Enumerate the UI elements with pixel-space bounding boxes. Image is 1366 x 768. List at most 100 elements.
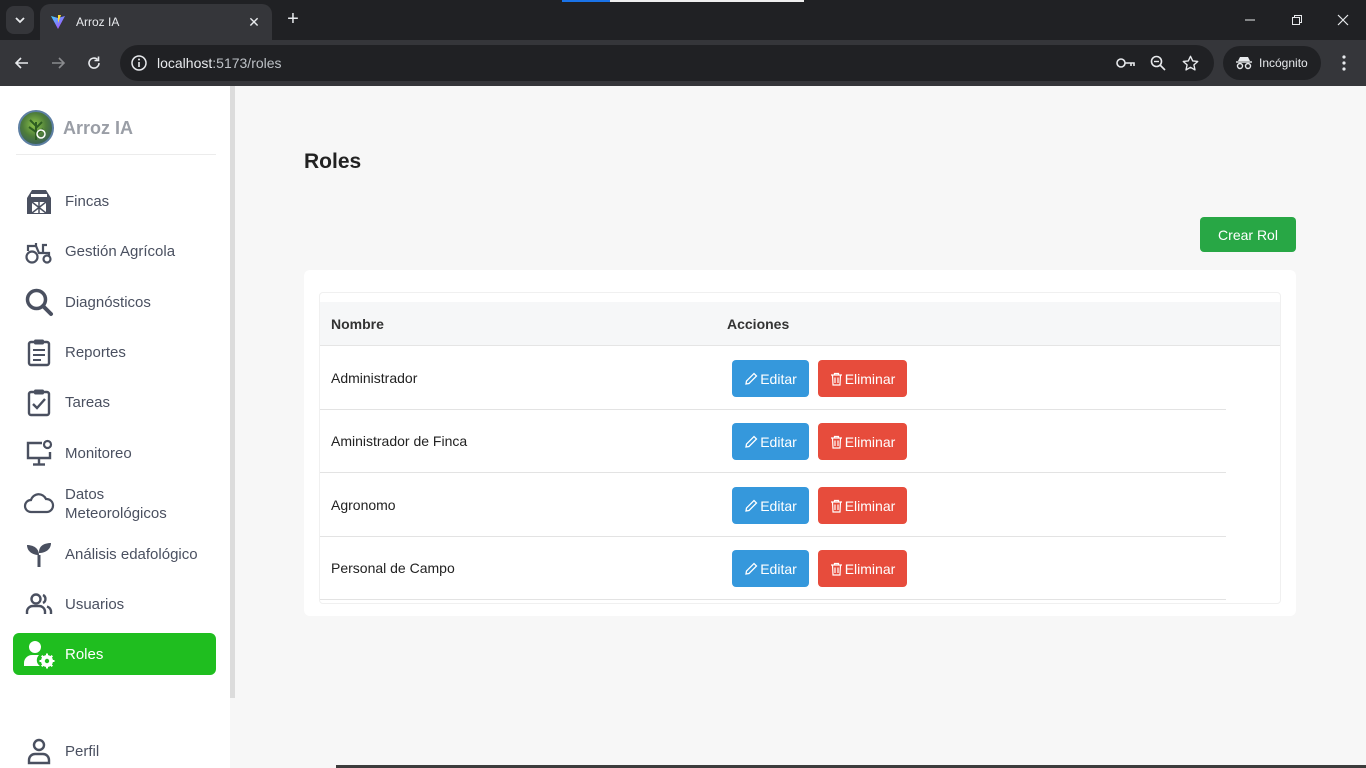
edit-label: Editar [760,497,797,514]
sidebar-item-fincas[interactable]: Fincas [13,180,216,222]
role-name: Aministrador de Finca [331,433,468,449]
new-tab-button[interactable]: + [282,8,304,30]
pencil-icon [745,499,758,512]
edit-button[interactable]: Editar [732,360,809,397]
sidebar: Arroz IA Fincas Gestión Agrícola Diagnós… [0,86,230,768]
browser-titlebar: Arroz IA ✕ + [0,0,1366,40]
sidebar-item-label: Gestión Agrícola [65,242,176,260]
sidebar-item-label: Análisis edafológico [65,545,198,563]
tab-search-button[interactable] [6,6,34,34]
brand[interactable]: Arroz IA [18,110,133,146]
sidebar-item-label: Datos Meteorológicos [65,486,167,522]
url-text: localhost:5173/roles [157,55,282,71]
reload-button[interactable] [81,50,107,76]
sidebar-item-roles[interactable]: Roles [13,633,216,675]
back-button[interactable] [9,50,35,76]
star-icon [1182,55,1198,71]
incognito-icon [1236,57,1252,70]
sidebar-item-label: Roles [65,645,104,663]
edit-button[interactable]: Editar [732,423,809,460]
sidebar-item-monitoreo[interactable]: Monitoreo [13,432,216,474]
sidebar-item-label: Perfil [65,742,100,760]
edit-button[interactable]: Editar [732,550,809,587]
sidebar-item-label: Monitoreo [65,444,132,462]
close-tab-icon[interactable]: ✕ [246,14,262,31]
sidebar-scrollbar[interactable] [230,86,235,698]
close-window-button[interactable] [1331,8,1355,32]
address-bar[interactable]: localhost:5173/roles [120,45,1214,81]
browser-menu-button[interactable] [1334,52,1354,74]
sidebar-item-label: Reportes [65,343,126,361]
sidebar-item-usuarios[interactable]: Usuarios [13,583,216,625]
delete-button[interactable]: Eliminar [818,550,907,587]
trash-icon [830,435,842,449]
sidebar-item-label: Tareas [65,393,111,411]
sidebar-item-tareas[interactable]: Tareas [13,381,216,423]
barn-icon [23,185,55,217]
restore-icon [1292,15,1302,25]
delete-label: Eliminar [844,497,896,514]
role-name: Personal de Campo [331,560,455,576]
delete-button[interactable]: Eliminar [818,423,907,460]
incognito-indicator[interactable]: Incógnito [1223,46,1321,80]
create-role-button[interactable]: Crear Rol [1200,217,1296,252]
restore-button[interactable] [1285,8,1309,32]
forward-button[interactable] [45,50,71,76]
table-row: Agronomo Editar Eliminar [320,474,1226,537]
roles-table: Nombre Acciones Administrador Editar Eli… [319,292,1281,604]
browser-toolbar: localhost:5173/roles Incógnito [0,40,1366,86]
seedling-icon [23,538,55,570]
table-row: Aministrador de Finca Editar Eliminar [320,410,1226,473]
sidebar-item-label: Fincas [65,192,110,210]
trash-icon [830,562,842,576]
tab-title: Arroz IA [76,15,120,29]
rice-plant-icon [28,119,46,140]
user-gear-icon [23,638,55,670]
browser-tab[interactable]: Arroz IA ✕ [40,4,272,40]
column-header-acciones: Acciones [727,316,790,332]
close-icon [1337,14,1349,26]
sidebar-item-datos-meteorologicos[interactable]: Datos Meteorológicos [13,482,216,526]
tractor-icon [23,235,55,267]
sidebar-item-diagnosticos[interactable]: Diagnósticos [13,281,216,323]
edit-label: Editar [760,433,797,450]
loading-bar [562,0,804,2]
sidebar-item-gestion-agricola[interactable]: Gestión Agrícola [13,230,216,272]
edit-label: Editar [760,370,797,387]
clipboard-list-icon [23,336,55,368]
edit-button[interactable]: Editar [732,487,809,524]
sidebar-item-reportes[interactable]: Reportes [13,331,216,373]
incognito-label: Incógnito [1259,56,1308,70]
bookmark-button[interactable] [1180,53,1200,73]
trash-icon [830,499,842,513]
sidebar-item-analisis-edafologico[interactable]: Análisis edafológico [13,533,216,575]
reload-icon [88,56,100,69]
password-key-button[interactable] [1116,53,1136,73]
url-path: :5173/roles [212,55,282,71]
minimize-button[interactable] [1238,8,1262,32]
role-name: Administrador [331,370,418,386]
table-header: Nombre Acciones [320,302,1280,346]
sidebar-item-perfil[interactable]: Perfil [13,730,216,768]
zoom-button[interactable] [1148,53,1168,73]
cloud-icon [23,488,55,520]
clipboard-check-icon [23,386,55,418]
table-row: Administrador Editar Eliminar [320,347,1226,410]
user-icon [23,735,55,767]
site-info-icon[interactable] [130,54,148,72]
delete-button[interactable]: Eliminar [818,487,907,524]
delete-button[interactable]: Eliminar [818,360,907,397]
key-icon [1116,58,1135,68]
brand-divider [16,154,216,155]
brand-name: Arroz IA [63,117,134,138]
search-icon [23,286,55,318]
page-title: Roles [304,150,362,173]
sidebar-item-label: Usuarios [65,595,125,613]
table-row: Personal de Campo Editar Eliminar [320,537,1226,600]
brand-logo [18,110,54,146]
arrow-left-icon [14,57,28,69]
more-vert-icon [1342,55,1346,71]
monitor-icon [23,437,55,469]
pencil-icon [745,372,758,385]
pencil-icon [745,435,758,448]
